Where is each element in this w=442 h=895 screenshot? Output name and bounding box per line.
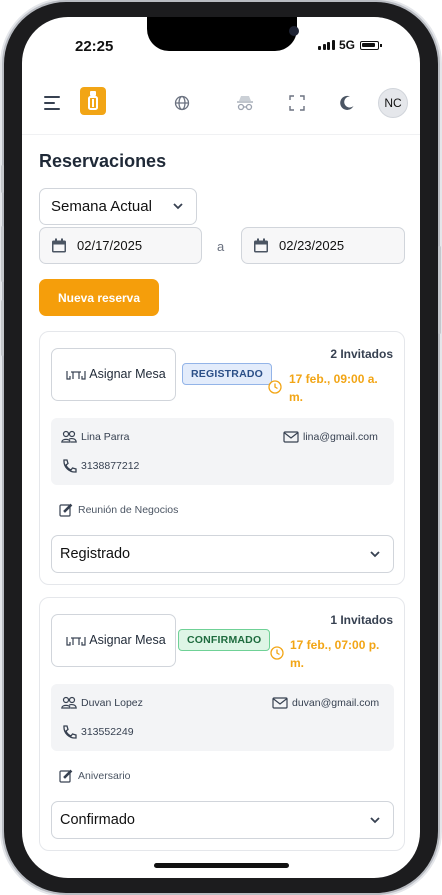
week-filter-select[interactable]: Semana Actual [39, 188, 197, 225]
date-to-value: 02/23/2025 [279, 238, 345, 253]
reservation-card: Asignar Mesa CONFIRMADO 1 Invitados 17 f… [39, 597, 405, 851]
guest-phone: 313552249 [81, 726, 134, 738]
phone-icon [63, 725, 77, 739]
status-select-value: Confirmado [60, 812, 135, 828]
date-to-field[interactable]: 02/23/2025 [241, 227, 405, 264]
network-label: 5G [339, 38, 356, 52]
page-title: Reservaciones [39, 151, 167, 171]
calendar-icon [254, 238, 268, 252]
assign-table-label: Asignar Mesa [89, 633, 166, 647]
mail-icon [283, 431, 299, 443]
status-badge: CONFIRMADO [178, 629, 271, 651]
status-badge: REGISTRADO [182, 363, 273, 385]
reservation-time: 17 feb., 07:00 p. m. [290, 638, 380, 670]
guest-phone: 3138877212 [81, 460, 140, 472]
app-logo[interactable] [80, 87, 106, 115]
user-avatar[interactable]: NC [378, 88, 408, 118]
users-icon [61, 696, 77, 709]
status-select[interactable]: Registrado [51, 535, 394, 573]
home-indicator[interactable] [154, 863, 289, 868]
guest-count: 1 Invitados [330, 613, 393, 627]
chevron-down-icon [370, 551, 380, 558]
phone-icon [63, 459, 77, 473]
new-reservation-button[interactable]: Nueva reserva [39, 279, 159, 316]
side-button-volume-down [1, 300, 4, 356]
camera-icon [289, 26, 299, 36]
calendar-icon [52, 238, 66, 252]
date-from-field[interactable]: 02/17/2025 [39, 227, 202, 264]
chevron-down-icon [173, 203, 183, 210]
globe-icon[interactable] [168, 89, 196, 117]
assign-table-button[interactable]: Asignar Mesa [51, 614, 176, 667]
mail-icon [272, 697, 288, 709]
side-button-power [438, 246, 441, 334]
status-select[interactable]: Confirmado [51, 801, 394, 839]
guest-email: duvan@gmail.com [292, 697, 380, 709]
date-separator: a [217, 239, 225, 254]
table-icon [66, 636, 86, 646]
status-select-value: Registrado [60, 546, 131, 562]
reservation-card: Asignar Mesa REGISTRADO 2 Invitados 17 f… [39, 331, 405, 585]
guest-name: Lina Parra [81, 431, 130, 443]
side-button-volume-up [1, 226, 4, 282]
moon-icon[interactable] [333, 89, 361, 117]
assign-table-button[interactable]: Asignar Mesa [51, 348, 176, 401]
guest-name: Duvan Lopez [81, 697, 143, 709]
incognito-icon[interactable] [231, 89, 259, 117]
assign-table-label: Asignar Mesa [89, 367, 166, 381]
side-button-action [1, 165, 4, 193]
clock-icon [268, 380, 282, 394]
reservation-note: Reunión de Negocios [59, 503, 178, 517]
clock-icon [270, 646, 284, 660]
edit-icon [59, 503, 73, 517]
contact-info: Duvan Lopez duvan@gmail.com 313552249 [51, 684, 394, 751]
app-header: NC [22, 71, 420, 135]
status-time: 22:25 [75, 38, 114, 55]
dynamic-island [147, 17, 299, 51]
chevron-down-icon [370, 817, 380, 824]
screen: 22:25 5G NC Reservaciones Semana Actual [22, 17, 420, 878]
date-from-value: 02/17/2025 [77, 238, 143, 253]
guest-count: 2 Invitados [330, 347, 393, 361]
menu-icon[interactable] [39, 89, 67, 117]
edit-icon [59, 769, 73, 783]
reservation-time: 17 feb., 09:00 a. m. [289, 372, 378, 404]
signal-icon [318, 40, 335, 50]
reservation-note: Aniversario [59, 769, 131, 783]
users-icon [61, 430, 77, 443]
fullscreen-icon[interactable] [283, 89, 311, 117]
table-icon [66, 370, 86, 380]
battery-icon [360, 41, 382, 50]
contact-info: Lina Parra lina@gmail.com 3138877212 [51, 418, 394, 485]
week-filter-value: Semana Actual [51, 198, 152, 215]
guest-email: lina@gmail.com [303, 431, 378, 443]
status-bar: 22:25 5G [22, 17, 420, 71]
